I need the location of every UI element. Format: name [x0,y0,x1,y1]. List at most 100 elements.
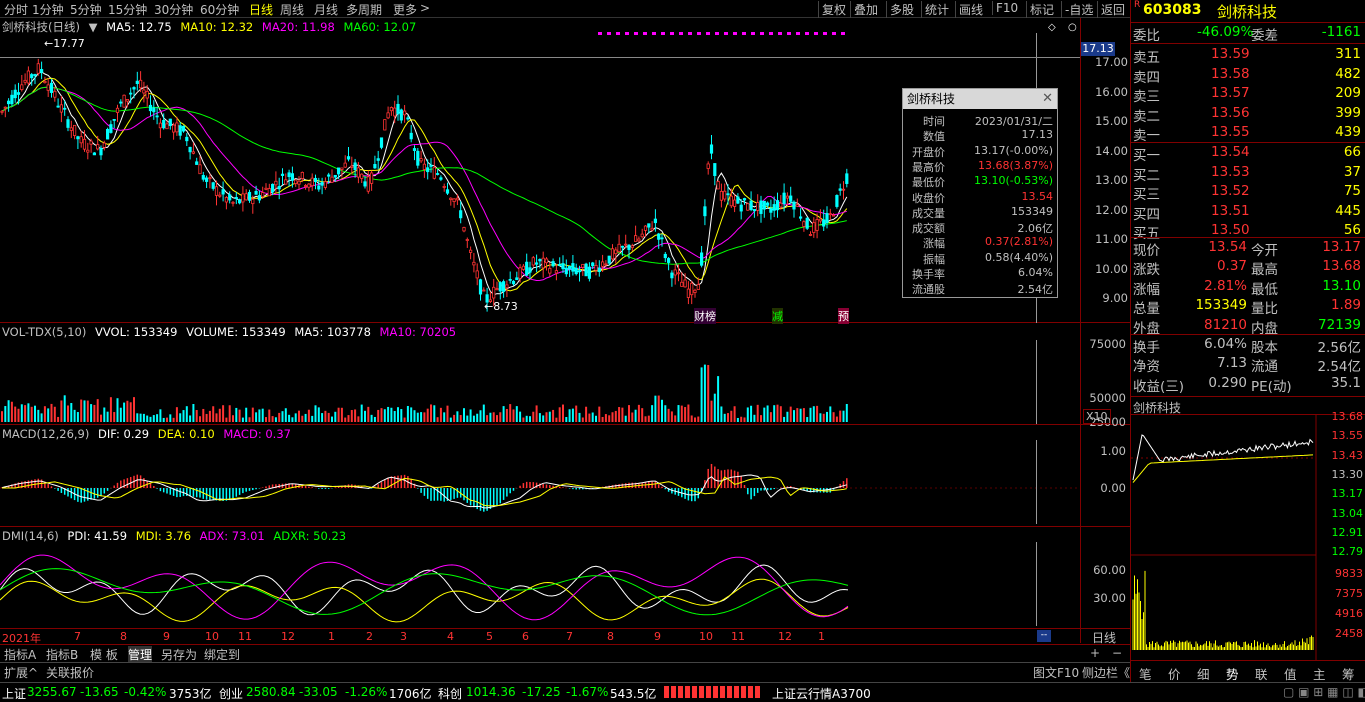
f10-button[interactable]: F10 [992,1,1018,15]
f10-text-button[interactable]: 图文F10 [1033,664,1079,681]
x-axis-label: 1 [818,630,825,643]
news-ticker[interactable]: 上证云行情A3700 [772,685,871,702]
volume-bar [661,399,663,422]
period-tab-monthly[interactable]: 月线 [314,1,338,18]
order-book-row[interactable]: 卖一 13.55 439 [1131,123,1365,144]
sidebar-toggle-button[interactable]: 侧边栏《 [1082,664,1130,681]
multi-stock-button[interactable]: 多股 [886,1,914,18]
add-watchlist-button[interactable]: -自选 [1061,1,1093,18]
order-book-row[interactable]: 卖三 13.57 209 [1131,84,1365,105]
candle-body [208,177,212,180]
candle-body [96,144,100,150]
candle-body [204,177,209,182]
tab-indicator-b[interactable]: 指标B [46,646,78,663]
tab-shi[interactable]: 势 [1226,664,1239,683]
candle-body [812,222,816,233]
order-book-row[interactable]: 买一 13.54 66 [1131,143,1365,164]
volume-bar [245,407,248,422]
candle-body [845,173,849,184]
tab-chou[interactable]: 筹 [1342,664,1355,683]
tooltip-value: 6.04% [1018,266,1053,279]
fuquan-button[interactable]: 复权 [818,1,846,18]
tab-jia[interactable]: 价 [1168,664,1181,683]
candle-body [558,264,562,266]
x-axis-label: 2 [366,630,373,643]
adx-line [0,554,849,621]
tooltip-key: 开盘价 [912,145,945,159]
volume-bar [753,414,756,422]
volume-bar [786,411,789,422]
volume-bar [644,416,647,422]
candle-body [228,194,232,201]
diamond-icon[interactable]: ◇ [1048,22,1056,33]
period-tab-30min[interactable]: 30分钟 [154,1,193,18]
weibi-value: -46.09% [1197,24,1254,40]
period-tab-60min[interactable]: 60分钟 [200,1,239,18]
expand-button[interactable]: 扩展^ [4,664,38,681]
period-tab-weekly[interactable]: 周线 [280,1,304,18]
plus-icon[interactable]: + [1090,646,1100,660]
kc-index-name[interactable]: 科创 [438,685,462,702]
candle-body [594,265,598,271]
marker-caibang[interactable]: 财榜 [694,308,716,324]
dropdown-icon[interactable]: ▼ [89,20,98,34]
marker-jian[interactable]: 减 [772,308,783,324]
order-book-row[interactable]: 卖四 13.58 482 [1131,65,1365,86]
ma20-line [1,86,847,282]
circle-icon[interactable]: ○ [1068,22,1077,33]
candle-body [155,115,159,118]
volume-bar [789,406,792,422]
candle-body [779,202,783,208]
volume-bar [743,417,746,422]
related-quote-button[interactable]: 关联报价 [46,664,94,681]
chevron-right-icon[interactable]: > [420,1,430,15]
window-icons[interactable]: ▢ ▣ ⊞ ▦ ◫ ◧ [1283,685,1365,699]
volume-bar [393,411,396,422]
minus-icon[interactable]: − [1112,646,1122,660]
order-book-row[interactable]: 卖二 13.56 399 [1131,104,1365,125]
tab-xi[interactable]: 细 [1197,664,1210,683]
order-book-row[interactable]: 买四 13.51 445 [1131,202,1365,223]
candle-body [267,188,271,197]
candle-body [313,177,318,182]
tab-indicator-a[interactable]: 指标A [4,646,36,663]
tab-lian[interactable]: 联 [1255,664,1268,683]
order-book-row[interactable]: 卖五 13.59 311 [1131,45,1365,66]
tab-save-as[interactable]: 另存为 [161,646,197,663]
tab-manage[interactable]: 管理 [128,646,153,663]
tab-zhi[interactable]: 值 [1284,664,1297,683]
volume-bar [634,409,637,422]
tab-zhu[interactable]: 主 [1313,664,1326,683]
kline-candles [0,58,849,312]
candle-body [462,227,466,232]
period-tab-1min[interactable]: 1分钟 [32,1,64,18]
cy-index-name[interactable]: 创业 [219,685,243,702]
candle-body [396,103,400,115]
quote-stat-l1: 总量 [1133,301,1160,318]
order-book-row[interactable]: 买三 13.52 75 [1131,182,1365,203]
tab-bi[interactable]: 笔 [1139,664,1152,683]
period-tab-5min[interactable]: 5分钟 [70,1,102,18]
tooltip-value: 13.54 [1021,189,1054,203]
mini-avg-line [1132,454,1314,483]
sh-index-name[interactable]: 上证 [2,685,26,702]
back-button[interactable]: 返回 [1097,1,1125,18]
order-book-row[interactable]: 买二 13.53 37 [1131,163,1365,184]
stats-button[interactable]: 统计 [921,1,949,18]
mark-button[interactable]: 标记 [1026,1,1054,18]
volume-bar [766,405,769,422]
candle-body [759,200,763,214]
period-tab-multi[interactable]: 多周期 [346,1,382,18]
close-icon[interactable]: ✕ [1042,91,1053,106]
volume-bar [733,406,736,422]
overlay-button[interactable]: 叠加 [850,1,878,18]
marker-yu[interactable]: 预 [838,308,849,324]
dmi-legend: DMI(14,6) PDI: 41.59 MDI: 3.76 ADX: 73.0… [2,529,351,543]
period-tab-daily[interactable]: 日线 [249,1,273,18]
period-tab-more[interactable]: 更多 [393,1,417,18]
period-tab-15min[interactable]: 15分钟 [108,1,147,18]
tab-bind-to[interactable]: 绑定到 [204,646,240,663]
tab-template[interactable]: 模 板 [90,646,118,663]
period-tab-fenshi[interactable]: 分时 [4,1,28,18]
draw-line-button[interactable]: 画线 [955,1,983,18]
